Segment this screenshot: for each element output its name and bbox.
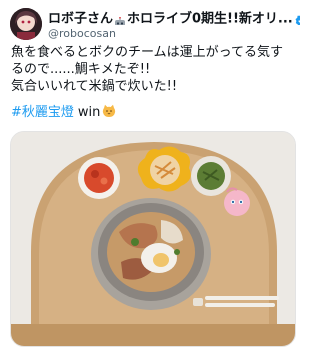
display-name[interactable]: ロボ子さん (48, 12, 113, 26)
tweet-text-line: 魚を食べるとボクのチームは運上がってる気す (11, 45, 283, 60)
tweet-text-line: 気合いいれて米鍋で炊いた!! (11, 79, 178, 94)
avatar[interactable] (10, 8, 42, 40)
food-photo-illustration (11, 132, 295, 346)
hashtag-link[interactable]: #秋麗宝燈 (11, 105, 74, 120)
verified-badge-icon (295, 13, 300, 25)
tweet-photo[interactable] (10, 131, 296, 347)
tweet-text-line: るので......鯛キメたぞ!! (11, 62, 151, 77)
hashtag-suffix-text: win (77, 105, 101, 120)
cat-emoji-icon (102, 104, 116, 118)
display-name-row[interactable]: ロボ子さん ホロライブ0期生!!新オリ... (48, 9, 300, 25)
user-handle[interactable]: @robocosan (48, 27, 116, 40)
tweet-header: ロボ子さん ホロライブ0期生!!新オリ... @robocosan (10, 8, 300, 40)
robot-emoji-icon (114, 14, 126, 25)
tweet-text: 魚を食べるとボクのチームは運上がってる気す るので......鯛キメたぞ!! 気… (11, 44, 301, 95)
hashtag-row: #秋麗宝燈 win (11, 104, 116, 121)
display-name-suffix[interactable]: ホロライブ0期生!!新オリ... (127, 12, 293, 26)
